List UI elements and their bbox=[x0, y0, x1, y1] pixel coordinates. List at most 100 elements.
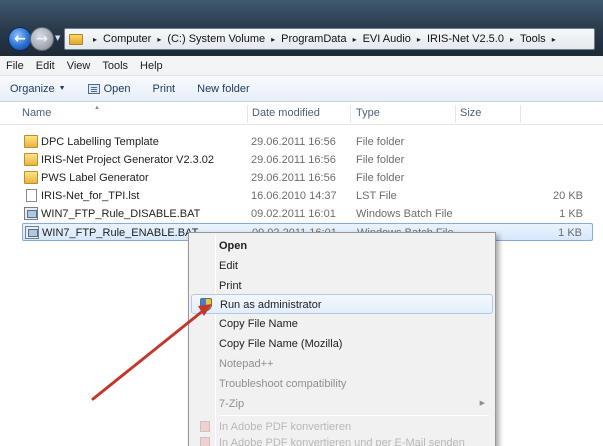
uac-shield-icon bbox=[200, 298, 212, 311]
menu-item-label: Troubleshoot compatibility bbox=[219, 378, 347, 390]
submenu-arrow-icon: ▶ bbox=[479, 400, 485, 407]
forward-button[interactable]: → bbox=[30, 27, 54, 51]
column-size-label: Size bbox=[460, 107, 482, 119]
organize-label: Organize bbox=[10, 82, 55, 95]
column-date-label: Date modified bbox=[252, 107, 320, 119]
column-divider[interactable] bbox=[520, 105, 521, 123]
file-date: 29.06.2011 16:56 bbox=[251, 136, 336, 148]
context-menu: Open Edit Print Run as administrator Cop… bbox=[188, 232, 496, 446]
menu-item-edit[interactable]: Edit bbox=[191, 256, 493, 276]
back-button[interactable]: ← bbox=[8, 27, 32, 51]
breadcrumb-iris-net[interactable]: IRIS-Net V2.5.0 bbox=[427, 33, 504, 45]
column-name-label: Name bbox=[22, 107, 52, 119]
batch-file-icon bbox=[24, 207, 38, 220]
breadcrumb-tools[interactable]: Tools bbox=[520, 33, 546, 45]
file-row[interactable]: IRIS-Net Project Generator V2.3.02 29.06… bbox=[22, 151, 593, 169]
breadcrumb-computer[interactable]: Computer bbox=[103, 33, 151, 45]
menu-help[interactable]: Help bbox=[140, 60, 163, 72]
column-header-type[interactable]: Type bbox=[356, 107, 456, 121]
menu-item-copy-file-name-mozilla[interactable]: Copy File Name (Mozilla) bbox=[191, 334, 493, 354]
column-header-date[interactable]: Date modified bbox=[252, 107, 352, 121]
menu-item-label: Copy File Name bbox=[219, 318, 298, 330]
menu-tools[interactable]: Tools bbox=[102, 60, 128, 72]
file-date: 29.06.2011 16:56 bbox=[251, 154, 336, 166]
file-type: Windows Batch File bbox=[356, 208, 453, 220]
breadcrumb-separator[interactable]: ▸ bbox=[417, 35, 421, 44]
column-divider[interactable] bbox=[247, 105, 248, 123]
file-name: PWS Label Generator bbox=[41, 172, 149, 184]
menu-file[interactable]: File bbox=[6, 60, 24, 72]
breadcrumb-programdata[interactable]: ProgramData bbox=[281, 33, 346, 45]
print-label: Print bbox=[152, 82, 176, 95]
folder-icon bbox=[24, 135, 38, 148]
menu-item-pdf-email[interactable]: In Adobe PDF konvertieren und per E-Mail… bbox=[191, 433, 493, 446]
breadcrumb-separator[interactable]: ▸ bbox=[271, 35, 275, 44]
organize-button[interactable]: Organize ▼ bbox=[10, 83, 66, 95]
menu-edit[interactable]: Edit bbox=[36, 60, 55, 72]
menu-item-label: Edit bbox=[219, 260, 238, 272]
column-divider[interactable] bbox=[455, 105, 456, 123]
recent-pages-dropdown[interactable]: ▼ bbox=[55, 34, 63, 44]
file-row[interactable]: WIN7_FTP_Rule_DISABLE.BAT 09.02.2011 16:… bbox=[22, 205, 593, 223]
file-row[interactable]: PWS Label Generator 29.06.2011 16:56 Fil… bbox=[22, 169, 593, 187]
breadcrumb-system-volume[interactable]: (C:) System Volume bbox=[167, 33, 265, 45]
open-label: Open bbox=[103, 82, 131, 95]
breadcrumb-separator[interactable]: ▸ bbox=[93, 35, 97, 44]
menu-bar: File Edit View Tools Help bbox=[0, 56, 603, 76]
file-date: 29.06.2011 16:56 bbox=[251, 172, 336, 184]
breadcrumb-separator[interactable]: ▸ bbox=[552, 35, 556, 44]
folder-icon bbox=[24, 153, 38, 166]
arrow-right-icon: → bbox=[36, 31, 48, 47]
file-type: File folder bbox=[356, 154, 405, 166]
file-size: 1 KB bbox=[558, 227, 582, 239]
file-size: 1 KB bbox=[559, 208, 583, 220]
menu-view[interactable]: View bbox=[67, 60, 91, 72]
column-headers: Name ▲ Date modified Type Size bbox=[0, 103, 603, 125]
pdf-icon bbox=[200, 421, 210, 432]
menu-separator bbox=[219, 415, 489, 416]
open-button[interactable]: Open bbox=[87, 82, 131, 95]
breadcrumb-separator[interactable]: ▸ bbox=[510, 35, 514, 44]
file-date: 16.06.2010 14:37 bbox=[251, 190, 337, 202]
menu-item-run-as-administrator[interactable]: Run as administrator bbox=[191, 294, 493, 314]
file-row[interactable]: DPC Labelling Template 29.06.2011 16:56 … bbox=[22, 133, 593, 151]
breadcrumb-separator[interactable]: ▸ bbox=[157, 35, 161, 44]
menu-item-label: Run as administrator bbox=[220, 299, 322, 311]
address-bar[interactable]: ▸ Computer ▸ (C:) System Volume ▸ Progra… bbox=[64, 28, 595, 50]
breadcrumb-separator[interactable]: ▸ bbox=[353, 35, 357, 44]
menu-item-notepad[interactable]: Notepad++ bbox=[191, 354, 493, 374]
folder-icon bbox=[24, 171, 38, 184]
open-icon bbox=[87, 83, 100, 94]
pdf-icon bbox=[200, 437, 210, 446]
menu-item-label: Notepad++ bbox=[219, 358, 274, 370]
menu-item-copy-file-name[interactable]: Copy File Name bbox=[191, 314, 493, 334]
menu-item-label: Copy File Name (Mozilla) bbox=[219, 338, 343, 350]
menu-item-print[interactable]: Print bbox=[191, 276, 493, 296]
file-size: 20 KB bbox=[553, 190, 583, 202]
menu-item-label: In Adobe PDF konvertieren bbox=[219, 421, 352, 433]
column-header-size[interactable]: Size bbox=[460, 107, 520, 121]
column-divider[interactable] bbox=[350, 105, 351, 123]
menu-item-troubleshoot[interactable]: Troubleshoot compatibility bbox=[191, 374, 493, 394]
file-type: LST File bbox=[356, 190, 397, 202]
file-row[interactable]: IRIS-Net_for_TPI.lst 16.06.2010 14:37 LS… bbox=[22, 187, 593, 205]
menu-item-7zip[interactable]: 7-Zip ▶ bbox=[191, 394, 493, 414]
file-name: IRIS-Net Project Generator V2.3.02 bbox=[41, 154, 215, 166]
column-type-label: Type bbox=[356, 107, 380, 119]
new-folder-button[interactable]: New folder bbox=[197, 83, 250, 95]
menu-item-open[interactable]: Open bbox=[191, 236, 493, 256]
document-icon bbox=[26, 189, 37, 202]
file-name: WIN7_FTP_Rule_DISABLE.BAT bbox=[41, 208, 201, 220]
file-name: IRIS-Net_for_TPI.lst bbox=[41, 190, 140, 202]
file-type: File folder bbox=[356, 172, 405, 184]
menu-item-label: Open bbox=[219, 240, 248, 252]
print-button[interactable]: Print bbox=[153, 83, 176, 95]
command-toolbar: Organize ▼ Open Print New folder bbox=[0, 76, 603, 102]
file-date: 09.02.2011 16:01 bbox=[251, 208, 336, 220]
column-header-name[interactable]: Name ▲ bbox=[22, 105, 248, 121]
breadcrumb-evi-audio[interactable]: EVI Audio bbox=[363, 33, 411, 45]
arrow-left-icon: ← bbox=[14, 31, 26, 47]
menu-item-label: In Adobe PDF konvertieren und per E-Mail… bbox=[219, 437, 465, 446]
folder-icon bbox=[69, 33, 83, 45]
explorer-title-bar: ← → ▼ ▸ Computer ▸ (C:) System Volume ▸ … bbox=[0, 0, 603, 56]
